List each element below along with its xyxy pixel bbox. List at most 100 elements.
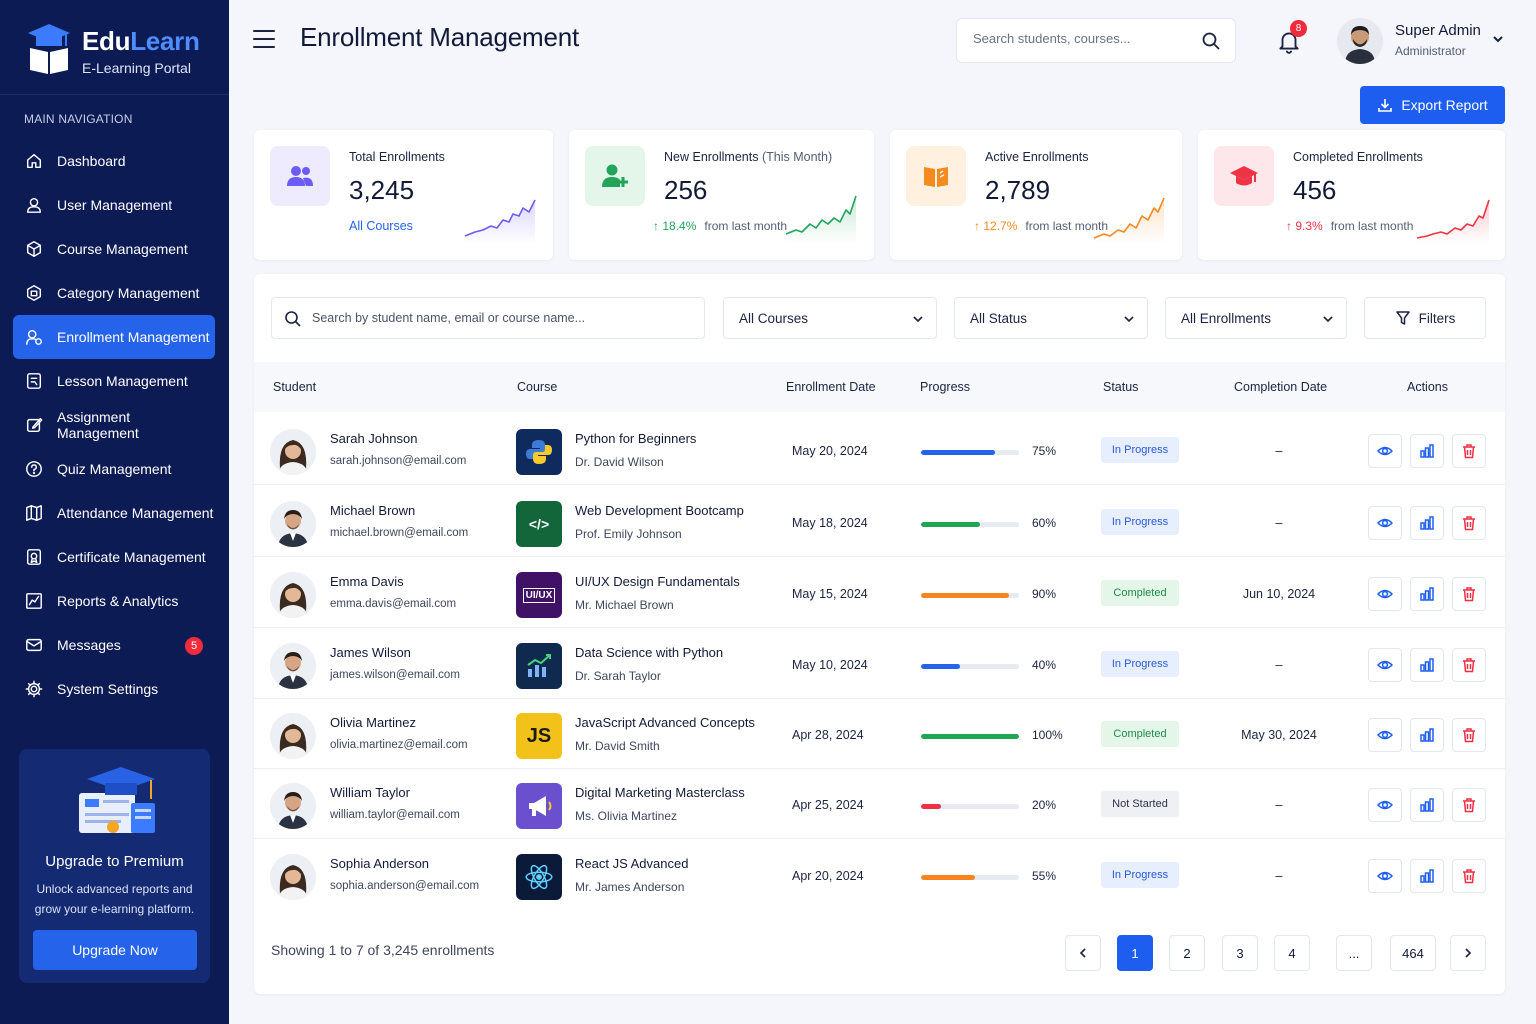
stat-change-percent: 12.7% bbox=[983, 219, 1018, 233]
table-row[interactable]: William Taylor william.taylor@email.com … bbox=[254, 769, 1505, 839]
column-header-completion-date[interactable]: Completion Date bbox=[1234, 380, 1327, 394]
delete-button[interactable] bbox=[1452, 648, 1486, 682]
trash-icon bbox=[1461, 727, 1477, 743]
student-name[interactable]: William Taylor bbox=[330, 785, 410, 800]
analytics-button[interactable] bbox=[1410, 859, 1444, 893]
sidebar-item-assignment-management[interactable]: Assignment Management bbox=[13, 403, 215, 447]
table-row[interactable]: Sarah Johnson sarah.johnson@email.com Py… bbox=[254, 415, 1505, 485]
view-button[interactable] bbox=[1368, 718, 1402, 752]
sidebar-item-course-management[interactable]: Course Management bbox=[13, 227, 215, 271]
column-header-status[interactable]: Status bbox=[1103, 380, 1138, 394]
column-header-progress[interactable]: Progress bbox=[920, 380, 970, 394]
stat-card-new-enrollments: New Enrollments (This Month) 256 ↑ 18.4%… bbox=[569, 130, 874, 260]
sidebar-item-reports-analytics[interactable]: Reports & Analytics bbox=[13, 579, 215, 623]
eye-icon bbox=[1377, 515, 1393, 531]
brand-logo[interactable]: EduLearn E-Learning Portal bbox=[22, 22, 222, 82]
pagination-page-3[interactable]: 3 bbox=[1222, 935, 1258, 971]
pagination-page-2[interactable]: 2 bbox=[1169, 935, 1205, 971]
sidebar-item-messages[interactable]: Messages 5 bbox=[13, 623, 215, 667]
column-header-course[interactable]: Course bbox=[517, 380, 557, 394]
delete-button[interactable] bbox=[1452, 577, 1486, 611]
student-name[interactable]: Sarah Johnson bbox=[330, 431, 417, 446]
enrollment-search-input[interactable] bbox=[312, 311, 692, 325]
pagination-page-464[interactable]: 464 bbox=[1390, 935, 1436, 971]
analytics-button[interactable] bbox=[1410, 718, 1444, 752]
course-filter-select[interactable]: All Courses bbox=[723, 297, 937, 339]
global-search[interactable] bbox=[956, 18, 1236, 63]
course-instructor: Mr. David Smith bbox=[575, 739, 660, 753]
sidebar-item-system-settings[interactable]: System Settings bbox=[13, 667, 215, 711]
course-name[interactable]: Digital Marketing Masterclass bbox=[575, 785, 745, 800]
status-filter-select[interactable]: All Status bbox=[954, 297, 1148, 339]
student-name[interactable]: Sophia Anderson bbox=[330, 856, 429, 871]
stat-value: 2,789 bbox=[985, 175, 1051, 205]
student-name[interactable]: Michael Brown bbox=[330, 503, 415, 518]
all-courses-link[interactable]: All Courses bbox=[349, 219, 413, 233]
search-icon[interactable] bbox=[1201, 31, 1221, 51]
chevron-down-icon[interactable] bbox=[1491, 32, 1505, 46]
delete-button[interactable] bbox=[1452, 788, 1486, 822]
pagination-next-button[interactable] bbox=[1450, 935, 1486, 971]
sidebar-item-quiz-management[interactable]: Quiz Management bbox=[13, 447, 215, 491]
table-row[interactable]: Emma Davis emma.davis@email.com UI/UX UI… bbox=[254, 558, 1505, 628]
sidebar-item-user-management[interactable]: User Management bbox=[13, 183, 215, 227]
student-name[interactable]: Emma Davis bbox=[330, 574, 404, 589]
enrollment-search[interactable] bbox=[271, 297, 705, 339]
course-icon-text: UI/UX bbox=[522, 587, 556, 603]
sidebar-item-label: Quiz Management bbox=[57, 461, 172, 477]
course-name[interactable]: Web Development Bootcamp bbox=[575, 503, 744, 518]
enrollment-type-filter-select[interactable]: All Enrollments bbox=[1165, 297, 1347, 339]
analytics-button[interactable] bbox=[1410, 434, 1444, 468]
view-button[interactable] bbox=[1368, 859, 1402, 893]
student-email: james.wilson@email.com bbox=[330, 669, 460, 681]
sidebar-item-certificate-management[interactable]: Certificate Management bbox=[13, 535, 215, 579]
delete-button[interactable] bbox=[1452, 506, 1486, 540]
course-name[interactable]: React JS Advanced bbox=[575, 856, 688, 871]
analytics-button[interactable] bbox=[1410, 506, 1444, 540]
pagination-page-1[interactable]: 1 bbox=[1117, 935, 1153, 971]
course-name[interactable]: UI/UX Design Fundamentals bbox=[575, 574, 740, 589]
table-row[interactable]: Olivia Martinez olivia.martinez@email.co… bbox=[254, 699, 1505, 769]
table-row[interactable]: Michael Brown michael.brown@email.com </… bbox=[254, 487, 1505, 557]
sidebar-item-attendance-management[interactable]: Attendance Management bbox=[13, 491, 215, 535]
completion-date: – bbox=[1275, 798, 1283, 812]
chevron-right-icon bbox=[1465, 948, 1472, 958]
view-button[interactable] bbox=[1368, 434, 1402, 468]
course-name[interactable]: Data Science with Python bbox=[575, 645, 723, 660]
view-button[interactable] bbox=[1368, 506, 1402, 540]
delete-button[interactable] bbox=[1452, 859, 1486, 893]
analytics-button[interactable] bbox=[1410, 577, 1444, 611]
view-button[interactable] bbox=[1368, 648, 1402, 682]
delete-button[interactable] bbox=[1452, 718, 1486, 752]
filters-button[interactable]: Filters bbox=[1364, 297, 1486, 339]
table-row[interactable]: Sophia Anderson sophia.anderson@email.co… bbox=[254, 840, 1505, 910]
pagination-page-4[interactable]: 4 bbox=[1274, 935, 1310, 971]
user-name[interactable]: Super Admin bbox=[1395, 22, 1481, 39]
student-name[interactable]: James Wilson bbox=[330, 645, 411, 660]
view-button[interactable] bbox=[1368, 788, 1402, 822]
table-row[interactable]: James Wilson james.wilson@email.com Data… bbox=[254, 629, 1505, 699]
delete-button[interactable] bbox=[1452, 434, 1486, 468]
sidebar-divider bbox=[0, 94, 229, 95]
analytics-button[interactable] bbox=[1410, 648, 1444, 682]
export-report-button[interactable]: Export Report bbox=[1360, 86, 1505, 124]
pagination-prev-button[interactable] bbox=[1065, 935, 1101, 971]
course-filter-value: All Courses bbox=[739, 311, 809, 326]
sidebar-item-lesson-management[interactable]: Lesson Management bbox=[13, 359, 215, 403]
course-name[interactable]: Python for Beginners bbox=[575, 431, 696, 446]
column-header-student[interactable]: Student bbox=[273, 380, 316, 394]
analytics-button[interactable] bbox=[1410, 788, 1444, 822]
nav-section-title: MAIN NAVIGATION bbox=[24, 112, 133, 126]
student-name[interactable]: Olivia Martinez bbox=[330, 715, 416, 730]
column-header-enrollment-date[interactable]: Enrollment Date bbox=[786, 380, 876, 394]
pagination-ellipsis[interactable]: ... bbox=[1336, 935, 1372, 971]
sidebar-item-enrollment-management[interactable]: Enrollment Management bbox=[13, 315, 215, 359]
avatar[interactable] bbox=[1337, 18, 1383, 64]
course-name[interactable]: JavaScript Advanced Concepts bbox=[575, 715, 755, 730]
global-search-input[interactable] bbox=[973, 31, 1193, 46]
upgrade-now-button[interactable]: Upgrade Now bbox=[33, 930, 197, 970]
sidebar-item-category-management[interactable]: Category Management bbox=[13, 271, 215, 315]
menu-toggle-icon[interactable] bbox=[253, 30, 275, 48]
view-button[interactable] bbox=[1368, 577, 1402, 611]
sidebar-item-dashboard[interactable]: Dashboard bbox=[13, 139, 215, 183]
